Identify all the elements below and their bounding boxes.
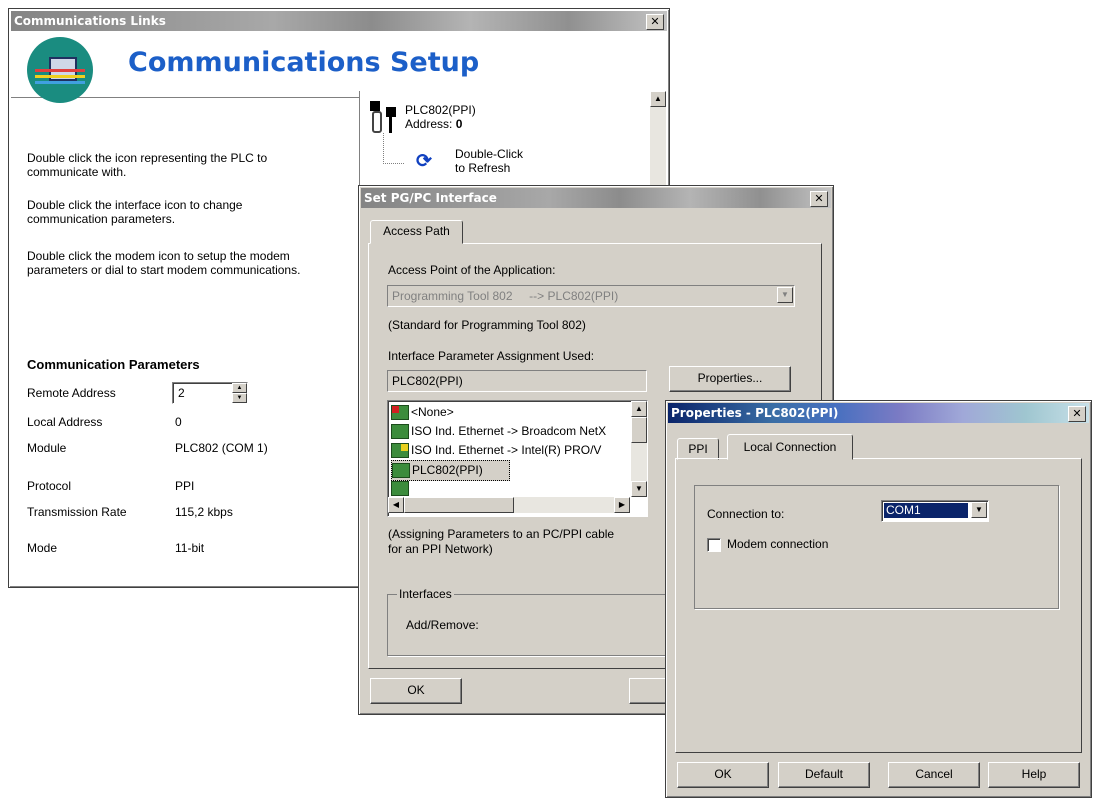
list-item[interactable] [391,479,411,498]
param-label-mode: Mode [27,541,58,555]
ok-button[interactable]: OK [677,762,769,788]
properties-titlebar[interactable]: Properties - PLC802(PPI) ✕ [668,403,1089,423]
access-point-value: Programming Tool 802 --> PLC802(PPI) [392,289,619,303]
window-title: Communications Links [14,14,166,28]
param-label-module: Module [27,441,67,455]
assignment-field[interactable]: PLC802(PPI) [387,370,647,392]
instruction-2: Double click the interface icon to chang… [27,198,243,226]
communications-globe-icon [27,37,93,103]
help-button[interactable]: Help [988,762,1080,788]
remote-address-value: 2 [178,386,185,400]
instruction-1: Double click the icon representing the P… [27,151,268,179]
assign-note-2: for an PPI Network) [388,542,493,556]
h-scroll-thumb[interactable] [404,497,514,513]
plc-address: Address: 0 [405,117,463,131]
param-label-remote-address: Remote Address [27,386,116,400]
list-item-selected[interactable]: PLC802(PPI) [391,460,510,481]
tab-local-connection[interactable]: Local Connection [727,434,853,460]
modem-connection-label[interactable]: Modem connection [727,537,828,551]
plc-name[interactable]: PLC802(PPI) [405,103,476,117]
communications-links-titlebar[interactable]: Communications Links ✕ [11,11,667,31]
list-item[interactable]: ISO Ind. Ethernet -> Broadcom NetX [391,422,606,441]
modem-connection-checkbox[interactable] [707,538,721,552]
tab-ppi[interactable]: PPI [677,438,719,460]
param-label-transmission-rate: Transmission Rate [27,505,127,519]
param-value-transmission-rate: 115,2 kbps [175,505,233,519]
page-heading: Communications Setup [128,47,480,78]
tree-connector-line [383,133,404,164]
param-value-local-address: 0 [175,415,182,429]
window-title: Set PG/PC Interface [364,191,497,205]
param-label-protocol: Protocol [27,479,72,493]
scroll-thumb[interactable] [631,417,647,443]
listbox-vertical-scrollbar[interactable]: ▲ ▼ [631,401,647,497]
connection-to-label: Connection to: [707,507,785,521]
param-value-mode: 11-bit [175,541,205,555]
refresh-label-1[interactable]: Double-Click [455,147,523,161]
refresh-icon[interactable]: ⟳ [416,152,434,171]
default-button[interactable]: Default [778,762,870,788]
window-title: Properties - PLC802(PPI) [671,406,839,420]
access-point-note: (Standard for Programming Tool 802) [388,318,586,332]
param-label-local-address: Local Address [27,415,103,429]
assignment-label: Interface Parameter Assignment Used: [388,349,595,363]
scroll-down-arrow[interactable]: ▼ [631,481,647,497]
scroll-up-arrow[interactable]: ▲ [650,91,666,107]
access-point-label: Access Point of the Application: [388,263,556,277]
close-button[interactable]: ✕ [810,191,828,207]
plc-icon [391,405,409,421]
interfaces-group-label: Interfaces [397,587,454,601]
connection-to-value: COM1 [884,503,968,518]
scroll-right-arrow[interactable]: ▶ [614,497,630,513]
properties-window: Properties - PLC802(PPI) ✕ PPI Local Con… [665,400,1092,798]
remote-address-spinner[interactable]: 2 ▲ ▼ [172,382,248,404]
access-point-select[interactable]: Programming Tool 802 --> PLC802(PPI) ▼ [387,285,795,307]
instruction-3: Double click the modem icon to setup the… [27,249,301,277]
connection-to-select[interactable]: COM1 ▼ [881,500,989,522]
params-heading: Communication Parameters [27,357,200,372]
plc-connector-icon[interactable] [368,101,400,135]
plc-icon [391,481,409,497]
cancel-button[interactable]: Cancel [888,762,980,788]
spin-down-button[interactable]: ▼ [232,393,247,403]
list-item[interactable]: ISO Ind. Ethernet -> Intel(R) PRO/V [391,441,601,460]
chevron-down-icon[interactable]: ▼ [971,502,987,518]
refresh-label-2[interactable]: to Refresh [455,161,510,175]
listbox-horizontal-scrollbar[interactable]: ◀ ▶ [388,497,630,513]
spin-up-button[interactable]: ▲ [232,383,247,393]
chevron-down-icon[interactable]: ▼ [777,287,793,303]
properties-button[interactable]: Properties... [669,366,791,392]
pgpc-titlebar[interactable]: Set PG/PC Interface ✕ [361,188,831,208]
close-button[interactable]: ✕ [646,14,664,30]
plc-icon [392,463,410,479]
list-item[interactable]: <None> [391,403,454,422]
close-button[interactable]: ✕ [1068,406,1086,422]
add-remove-label: Add/Remove: [406,618,479,632]
scroll-left-arrow[interactable]: ◀ [388,497,404,513]
interface-listbox[interactable]: <None> ISO Ind. Ethernet -> Broadcom Net… [387,400,648,517]
plc-icon [391,443,409,459]
header-band: Communications Setup [11,31,665,103]
ok-button[interactable]: OK [370,678,462,704]
param-value-module: PLC802 (COM 1) [175,441,268,455]
scroll-up-arrow[interactable]: ▲ [631,401,647,417]
assign-note-1: (Assigning Parameters to an PC/PPI cable [388,527,615,541]
plc-icon [391,424,409,440]
tab-access-path[interactable]: Access Path [370,220,463,244]
param-value-protocol: PPI [175,479,195,493]
